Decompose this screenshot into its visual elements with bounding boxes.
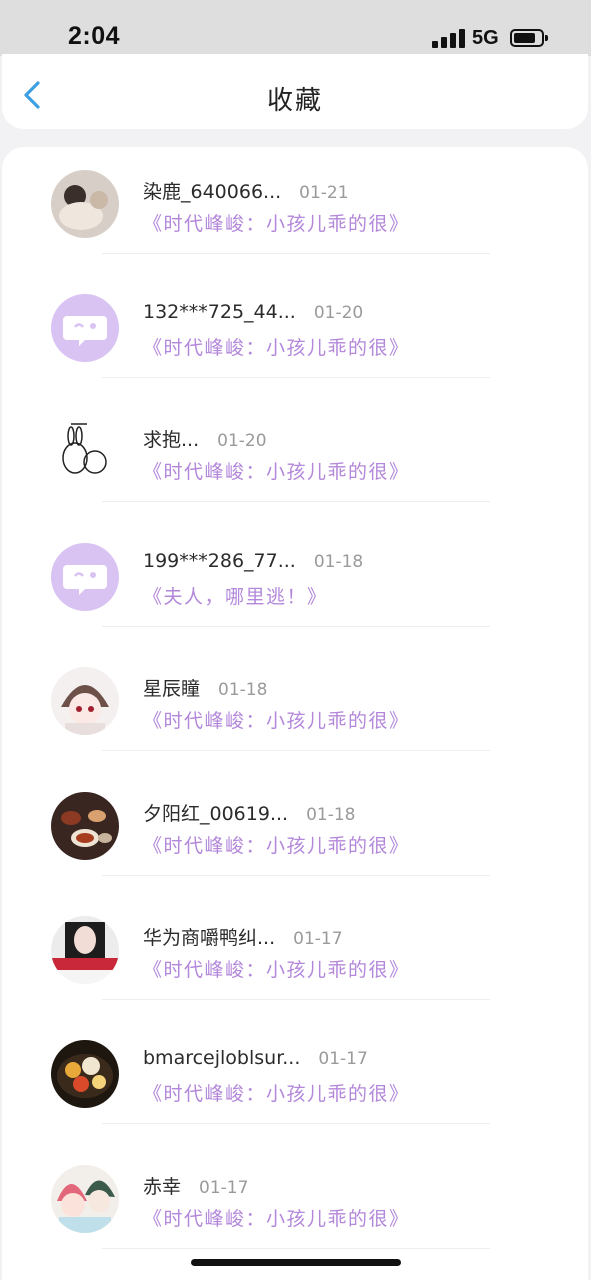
divider: [102, 377, 490, 378]
user-name: 求抱...: [143, 429, 200, 451]
divider: [102, 1123, 490, 1124]
status-bar: 2:04 5G: [0, 0, 591, 56]
book-title: 《时代峰峻：小孩儿乖的很》: [143, 1083, 410, 1105]
list-item[interactable]: 华为商嚼鸭纠... 01-17 《时代峰峻：小孩儿乖的很》: [2, 893, 588, 1017]
list-item[interactable]: bmarcejloblsur... 01-17 《时代峰峻：小孩儿乖的很》: [2, 1017, 588, 1141]
user-name: bmarcejloblsur...: [143, 1047, 301, 1069]
battery-icon: [510, 29, 548, 47]
book-title: 《时代峰峻：小孩儿乖的很》: [143, 835, 410, 857]
favorites-list: 染鹿_640066... 01-21 《时代峰峻：小孩儿乖的很》 132***72…: [2, 147, 588, 1280]
user-avatar[interactable]: [51, 1165, 119, 1233]
divider: [102, 1248, 490, 1249]
user-name: 赤幸: [143, 1176, 182, 1198]
book-title: 《时代峰峻：小孩儿乖的很》: [143, 710, 410, 732]
default-chat-icon[interactable]: [51, 294, 119, 362]
favorite-date: 01-17: [318, 1049, 368, 1069]
list-item[interactable]: 求抱... 01-20 《时代峰峻：小孩儿乖的很》: [2, 395, 588, 519]
favorite-date: 01-20: [217, 431, 267, 451]
user-avatar[interactable]: [51, 1040, 119, 1108]
favorite-date: 01-18: [218, 680, 268, 700]
divider: [102, 750, 490, 751]
user-avatar[interactable]: [51, 170, 119, 238]
network-type: 5G: [472, 27, 499, 49]
favorite-date: 01-18: [306, 805, 356, 825]
list-item[interactable]: 夕阳红_00619... 01-18 《时代峰峻：小孩儿乖的很》: [2, 769, 588, 893]
user-name: 华为商嚼鸭纠...: [143, 927, 276, 949]
user-avatar[interactable]: [51, 667, 119, 735]
signal-icon: [432, 28, 466, 48]
divider: [102, 253, 490, 254]
nav-header: 收藏: [2, 54, 588, 129]
status-time: 2:04: [68, 22, 121, 50]
user-avatar[interactable]: [51, 792, 119, 860]
favorite-date: 01-21: [299, 183, 349, 203]
list-item[interactable]: 染鹿_640066... 01-21 《时代峰峻：小孩儿乖的很》: [2, 147, 588, 271]
book-title: 《时代峰峻：小孩儿乖的很》: [143, 1208, 410, 1230]
default-chat-icon[interactable]: [51, 543, 119, 611]
list-item[interactable]: 星辰瞳 01-18 《时代峰峻：小孩儿乖的很》: [2, 644, 588, 768]
page-title: 收藏: [266, 86, 323, 116]
favorite-date: 01-18: [313, 552, 364, 572]
user-name: 染鹿_640066...: [143, 181, 282, 203]
divider: [102, 999, 490, 1000]
favorite-date: 01-17: [293, 929, 343, 949]
home-indicator[interactable]: [191, 1259, 401, 1266]
list-item[interactable]: 赤幸 01-17 《时代峰峻：小孩儿乖的很》: [2, 1142, 588, 1266]
book-title: 《夫人，哪里逃！》: [143, 586, 328, 608]
battery-level: [514, 33, 535, 43]
divider: [102, 626, 490, 627]
user-avatar[interactable]: [51, 418, 119, 486]
divider: [102, 501, 490, 502]
favorite-date: 01-17: [199, 1178, 249, 1198]
user-name: 星辰瞳: [143, 678, 201, 700]
user-name: 199***286_77...: [143, 550, 296, 572]
divider: [102, 875, 490, 876]
user-avatar[interactable]: [51, 916, 119, 984]
list-item[interactable]: 199***286_77... 01-18 《夫人，哪里逃！》: [2, 520, 588, 644]
book-title: 《时代峰峻：小孩儿乖的很》: [143, 959, 410, 981]
user-name: 夕阳红_00619...: [143, 803, 289, 825]
book-title: 《时代峰峻：小孩儿乖的很》: [143, 461, 410, 483]
list-item[interactable]: 132***725_44... 01-20 《时代峰峻：小孩儿乖的很》: [2, 271, 588, 395]
book-title: 《时代峰峻：小孩儿乖的很》: [143, 213, 410, 235]
favorite-date: 01-20: [313, 303, 364, 323]
user-name: 132***725_44...: [143, 301, 296, 323]
book-title: 《时代峰峻：小孩儿乖的很》: [143, 337, 410, 359]
